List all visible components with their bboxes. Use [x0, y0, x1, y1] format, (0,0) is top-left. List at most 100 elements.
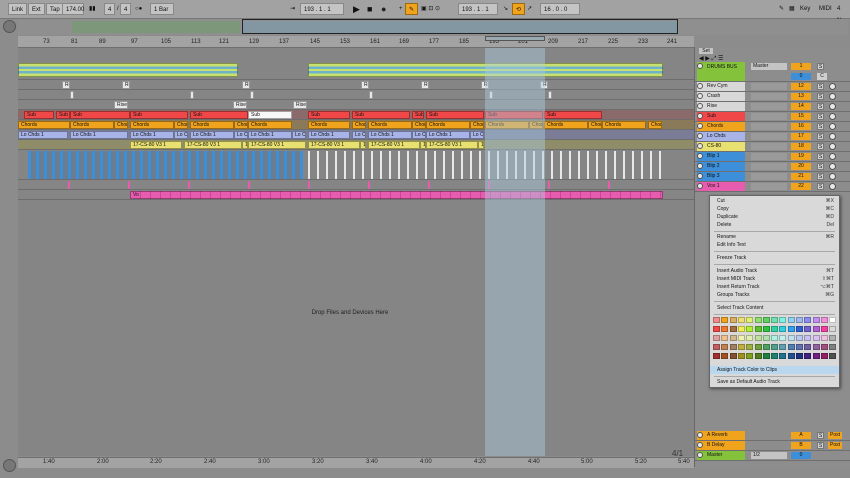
menu-item-insert-return[interactable]: Insert Return Track ⌥⌘T — [710, 283, 839, 291]
track-volume-slider[interactable] — [751, 143, 787, 150]
color-swatch[interactable] — [713, 317, 720, 323]
track-lane-cs80[interactable]: 17-CS-80 V3 1 17-CS-80 V3 1 17 17-CS-80 … — [18, 140, 694, 150]
cs80-clip[interactable]: 17-CS-80 V3 1 — [308, 141, 360, 149]
lochds-clip[interactable]: Lo Chds 1 — [308, 131, 350, 139]
computer-keyboard-icon[interactable]: ▦ — [786, 3, 798, 15]
loop-start-field[interactable]: 193 . 1 . 1 — [458, 3, 498, 15]
menu-item-save-default[interactable]: Save as Default Audio Track — [710, 378, 839, 386]
lochds-clip[interactable]: Lo Chds 1 — [18, 131, 68, 139]
lochds-clip[interactable]: Lo Chds 1 — [70, 131, 128, 139]
track-activator-icon[interactable] — [697, 113, 703, 119]
color-swatch[interactable] — [762, 335, 770, 341]
menu-item-select-content[interactable]: Select Track Content — [710, 304, 839, 312]
sub-clip[interactable]: Sub — [24, 111, 54, 119]
punch-out-icon[interactable]: ↗ — [524, 3, 535, 15]
color-swatch[interactable] — [737, 353, 745, 359]
color-swatch[interactable] — [771, 326, 779, 332]
set-button[interactable]: Set — [699, 48, 713, 54]
blip-clips-block[interactable] — [28, 151, 303, 179]
solo-button[interactable]: S — [817, 63, 824, 70]
track-name[interactable]: Sub — [697, 112, 745, 121]
color-swatch[interactable] — [721, 335, 729, 341]
cs80-clip[interactable]: 17-CS-80 V3 1 — [184, 141, 242, 149]
color-swatch[interactable] — [829, 326, 837, 332]
color-swatch[interactable] — [796, 335, 803, 341]
track-lane-crash[interactable] — [18, 90, 694, 100]
crash-clip[interactable] — [369, 91, 373, 99]
loop-length-field[interactable]: 16 . 0 . 0 — [540, 3, 580, 15]
automation-arm-icon[interactable]: ✎ — [405, 3, 419, 15]
track-volume-slider[interactable] — [751, 123, 787, 130]
chords-clip[interactable]: Chords — [602, 121, 646, 129]
track-header[interactable]: Rise 14 S — [695, 102, 850, 112]
track-lane-drums-bus[interactable] — [18, 48, 694, 80]
arrangement-overview[interactable] — [18, 19, 848, 35]
track-name[interactable]: A Reverb — [697, 431, 745, 440]
menu-item-group[interactable]: Groups Tracks ⌘G — [710, 291, 839, 299]
track-header[interactable]: CS-80 18 S — [695, 142, 850, 152]
lochds-clip[interactable]: Lo Ch — [412, 131, 426, 139]
color-swatch[interactable] — [796, 353, 803, 359]
track-activator-icon[interactable] — [697, 432, 703, 438]
track-lane-chords[interactable]: Chords Chords Chor Chords Chor Chords Ch… — [18, 120, 694, 130]
return-track-a[interactable]: A Reverb A S Post — [695, 431, 850, 441]
track-lane-rev-cym[interactable]: Re Re Re Re Re Re Re — [18, 80, 694, 90]
color-swatch[interactable] — [746, 353, 754, 359]
color-swatch[interactable] — [820, 326, 828, 332]
track-header[interactable]: Vox 1 22 S — [695, 182, 850, 192]
color-swatch[interactable] — [812, 353, 820, 359]
track-volume-slider[interactable] — [751, 183, 787, 190]
cs80-clip[interactable]: 17-CS-80 V3 1 — [248, 141, 306, 149]
cs80-clip[interactable]: 17 — [360, 141, 366, 149]
track-name[interactable]: Chords — [697, 122, 745, 131]
track-name[interactable]: DRUMS BUS — [697, 62, 745, 81]
key-map-button[interactable]: Key — [797, 3, 813, 15]
chords-clip[interactable]: Chor — [412, 121, 426, 129]
track-volume-slider[interactable] — [751, 173, 787, 180]
track-header[interactable]: Blip 3 21 S — [695, 172, 850, 182]
chords-clip[interactable]: Chords — [426, 121, 470, 129]
color-swatch[interactable] — [746, 317, 754, 323]
track-activator-icon[interactable] — [697, 183, 703, 189]
track-activator-icon[interactable] — [697, 153, 703, 159]
track-header[interactable]: Blip 2 20 S — [695, 162, 850, 172]
arm-button[interactable] — [829, 113, 836, 120]
color-swatch[interactable] — [746, 335, 754, 341]
cs80-clip[interactable]: 17-CS-80 V3 1 — [426, 141, 478, 149]
sub-clip[interactable]: Sub — [412, 111, 424, 119]
arm-button[interactable] — [829, 133, 836, 140]
track-lane-vox2[interactable]: Vo — [18, 190, 694, 200]
chords-clip[interactable]: Chor — [470, 121, 484, 129]
overdub-icon[interactable]: ○● — [132, 3, 145, 15]
lochds-clip[interactable]: Lo Chds 1 — [426, 131, 470, 139]
arrangement-view[interactable]: Re Re Re Re Re Re Re Rise Rise Rise Sub … — [18, 48, 694, 456]
track-name[interactable]: Lo Chds — [697, 132, 745, 141]
browser-toggle-icon[interactable] — [3, 20, 16, 33]
cs80-clip[interactable]: 17-CS-80 V3 1 — [368, 141, 420, 149]
track-header[interactable]: Blip 1 19 S — [695, 152, 850, 162]
crash-clip[interactable] — [190, 91, 194, 99]
color-swatch[interactable] — [754, 344, 762, 350]
follow-icon[interactable]: ⇥ — [287, 3, 298, 15]
master-track[interactable]: Master 1/2 0 — [695, 451, 850, 461]
color-swatch[interactable] — [713, 326, 720, 332]
crash-clip[interactable] — [250, 91, 254, 99]
track-name[interactable]: Vox 1 — [697, 182, 745, 191]
track-volume-slider[interactable] — [751, 153, 787, 160]
crash-clip[interactable] — [70, 91, 74, 99]
color-swatch[interactable] — [787, 335, 795, 341]
rise-clip[interactable]: Rise — [114, 101, 128, 109]
track-header[interactable]: Crash 13 S — [695, 92, 850, 102]
record-icon[interactable]: ● — [378, 3, 389, 15]
lochds-clip[interactable]: Lo Ch — [352, 131, 366, 139]
chords-clip[interactable]: Chor — [234, 121, 248, 129]
arm-button[interactable] — [829, 143, 836, 150]
track-activator-icon[interactable] — [697, 83, 703, 89]
menu-item-cut[interactable]: Cut ⌘X — [710, 197, 839, 205]
master-routing-dropdown[interactable]: 1/2 — [751, 452, 787, 459]
arm-button[interactable] — [829, 183, 836, 190]
color-swatch[interactable] — [779, 344, 787, 350]
clip-rev[interactable]: Re — [122, 81, 130, 89]
track-lane-vox1[interactable] — [18, 180, 694, 190]
color-swatch[interactable] — [737, 326, 745, 332]
